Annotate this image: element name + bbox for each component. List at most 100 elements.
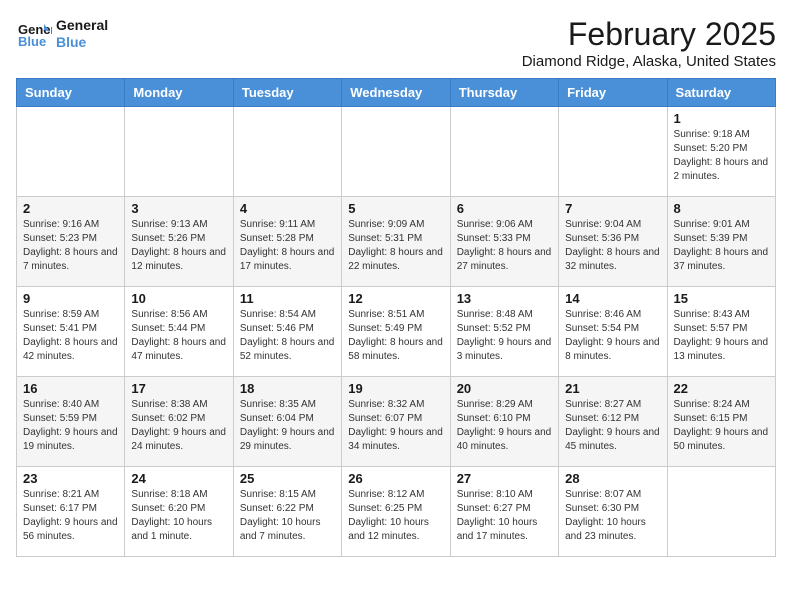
- day-info: Sunrise: 9:06 AM Sunset: 5:33 PM Dayligh…: [457, 218, 552, 274]
- title-area: February 2025 Diamond Ridge, Alaska, Uni…: [522, 16, 776, 70]
- logo-icon: General Blue: [16, 16, 52, 52]
- day-number: 16: [23, 381, 118, 396]
- calendar-cell: 10 Sunrise: 8:56 AM Sunset: 5:44 PM Dayli…: [125, 287, 233, 377]
- day-number: 15: [674, 291, 769, 306]
- calendar-cell: 18 Sunrise: 8:35 AM Sunset: 6:04 PM Dayli…: [233, 377, 341, 467]
- weekday-header-wednesday: Wednesday: [342, 79, 450, 107]
- day-info: Sunrise: 8:29 AM Sunset: 6:10 PM Dayligh…: [457, 398, 552, 454]
- day-number: 18: [240, 381, 335, 396]
- day-number: 6: [457, 201, 552, 216]
- calendar-cell: [125, 107, 233, 197]
- calendar-cell: 14 Sunrise: 8:46 AM Sunset: 5:54 PM Dayli…: [559, 287, 667, 377]
- day-info: Sunrise: 8:07 AM Sunset: 6:30 PM Dayligh…: [565, 488, 660, 544]
- day-number: 19: [348, 381, 443, 396]
- day-info: Sunrise: 8:32 AM Sunset: 6:07 PM Dayligh…: [348, 398, 443, 454]
- calendar-cell: 17Sunrise: 8:38 AM Sunset: 6:02 PM Dayli…: [125, 377, 233, 467]
- calendar-cell: 26 Sunrise: 8:12 AM Sunset: 6:25 PM Dayli…: [342, 467, 450, 557]
- day-info: Sunrise: 8:12 AM Sunset: 6:25 PM Dayligh…: [348, 488, 443, 544]
- calendar-cell: 5 Sunrise: 9:09 AM Sunset: 5:31 PM Daylig…: [342, 197, 450, 287]
- day-number: 17: [131, 381, 226, 396]
- day-info: Sunrise: 8:59 AM Sunset: 5:41 PM Dayligh…: [23, 308, 118, 364]
- calendar-cell: 15 Sunrise: 8:43 AM Sunset: 5:57 PM Dayli…: [667, 287, 775, 377]
- calendar-cell: 20 Sunrise: 8:29 AM Sunset: 6:10 PM Dayli…: [450, 377, 558, 467]
- day-info: Sunrise: 8:46 AM Sunset: 5:54 PM Dayligh…: [565, 308, 660, 364]
- weekday-header-monday: Monday: [125, 79, 233, 107]
- day-info: Sunrise: 8:54 AM Sunset: 5:46 PM Dayligh…: [240, 308, 335, 364]
- day-number: 23: [23, 471, 118, 486]
- day-number: 20: [457, 381, 552, 396]
- day-number: 12: [348, 291, 443, 306]
- day-number: 7: [565, 201, 660, 216]
- calendar-cell: 9 Sunrise: 8:59 AM Sunset: 5:41 PM Daylig…: [17, 287, 125, 377]
- day-info: Sunrise: 8:43 AM Sunset: 5:57 PM Dayligh…: [674, 308, 769, 364]
- calendar-cell: 12 Sunrise: 8:51 AM Sunset: 5:49 PM Dayli…: [342, 287, 450, 377]
- day-info: Sunrise: 9:11 AM Sunset: 5:28 PM Dayligh…: [240, 218, 335, 274]
- calendar-cell: 21 Sunrise: 8:27 AM Sunset: 6:12 PM Dayli…: [559, 377, 667, 467]
- day-info: Sunrise: 8:10 AM Sunset: 6:27 PM Dayligh…: [457, 488, 552, 544]
- calendar-cell: 6 Sunrise: 9:06 AM Sunset: 5:33 PM Daylig…: [450, 197, 558, 287]
- calendar-cell: 28 Sunrise: 8:07 AM Sunset: 6:30 PM Dayli…: [559, 467, 667, 557]
- day-number: 13: [457, 291, 552, 306]
- calendar-cell: 8Sunrise: 9:01 AM Sunset: 5:39 PM Daylig…: [667, 197, 775, 287]
- calendar-cell: [342, 107, 450, 197]
- logo: General Blue General Blue: [16, 16, 108, 52]
- location: Diamond Ridge, Alaska, United States: [522, 53, 776, 70]
- day-info: Sunrise: 8:51 AM Sunset: 5:49 PM Dayligh…: [348, 308, 443, 364]
- day-number: 28: [565, 471, 660, 486]
- calendar-cell: 7 Sunrise: 9:04 AM Sunset: 5:36 PM Daylig…: [559, 197, 667, 287]
- calendar-cell: [559, 107, 667, 197]
- day-number: 27: [457, 471, 552, 486]
- week-row-4: 16 Sunrise: 8:40 AM Sunset: 5:59 PM Dayli…: [17, 377, 776, 467]
- day-number: 8: [674, 201, 769, 216]
- month-title: February 2025: [522, 16, 776, 53]
- day-number: 3: [131, 201, 226, 216]
- day-number: 4: [240, 201, 335, 216]
- calendar-cell: 22 Sunrise: 8:24 AM Sunset: 6:15 PM Dayli…: [667, 377, 775, 467]
- day-info: Sunrise: 9:04 AM Sunset: 5:36 PM Dayligh…: [565, 218, 660, 274]
- day-info: Sunrise: 9:09 AM Sunset: 5:31 PM Dayligh…: [348, 218, 443, 274]
- day-info: Sunrise: 8:56 AM Sunset: 5:44 PM Dayligh…: [131, 308, 226, 364]
- day-number: 25: [240, 471, 335, 486]
- weekday-header-sunday: Sunday: [17, 79, 125, 107]
- calendar-cell: 23Sunrise: 8:21 AM Sunset: 6:17 PM Dayli…: [17, 467, 125, 557]
- day-info: Sunrise: 9:16 AM Sunset: 5:23 PM Dayligh…: [23, 218, 118, 274]
- day-info: Sunrise: 8:48 AM Sunset: 5:52 PM Dayligh…: [457, 308, 552, 364]
- svg-text:Blue: Blue: [18, 34, 46, 49]
- calendar-cell: 27 Sunrise: 8:10 AM Sunset: 6:27 PM Dayli…: [450, 467, 558, 557]
- calendar-cell: [233, 107, 341, 197]
- weekday-header-row: SundayMondayTuesdayWednesdayThursdayFrid…: [17, 79, 776, 107]
- calendar-cell: 4 Sunrise: 9:11 AM Sunset: 5:28 PM Daylig…: [233, 197, 341, 287]
- day-info: Sunrise: 9:18 AM Sunset: 5:20 PM Dayligh…: [674, 128, 769, 184]
- day-number: 22: [674, 381, 769, 396]
- day-number: 5: [348, 201, 443, 216]
- calendar-cell: [667, 467, 775, 557]
- calendar-cell: 11 Sunrise: 8:54 AM Sunset: 5:46 PM Dayli…: [233, 287, 341, 377]
- day-info: Sunrise: 8:15 AM Sunset: 6:22 PM Dayligh…: [240, 488, 335, 544]
- calendar-table: SundayMondayTuesdayWednesdayThursdayFrid…: [16, 78, 776, 557]
- day-info: Sunrise: 8:35 AM Sunset: 6:04 PM Dayligh…: [240, 398, 335, 454]
- calendar-cell: 3Sunrise: 9:13 AM Sunset: 5:26 PM Daylig…: [125, 197, 233, 287]
- calendar-cell: [17, 107, 125, 197]
- weekday-header-friday: Friday: [559, 79, 667, 107]
- week-row-2: 2Sunrise: 9:16 AM Sunset: 5:23 PM Daylig…: [17, 197, 776, 287]
- day-info: Sunrise: 8:24 AM Sunset: 6:15 PM Dayligh…: [674, 398, 769, 454]
- week-row-3: 9 Sunrise: 8:59 AM Sunset: 5:41 PM Daylig…: [17, 287, 776, 377]
- day-number: 26: [348, 471, 443, 486]
- day-info: Sunrise: 8:27 AM Sunset: 6:12 PM Dayligh…: [565, 398, 660, 454]
- day-number: 14: [565, 291, 660, 306]
- day-number: 24: [131, 471, 226, 486]
- day-info: Sunrise: 8:40 AM Sunset: 5:59 PM Dayligh…: [23, 398, 118, 454]
- day-number: 10: [131, 291, 226, 306]
- day-number: 9: [23, 291, 118, 306]
- weekday-header-saturday: Saturday: [667, 79, 775, 107]
- page-header: General Blue General Blue February 2025 …: [16, 16, 776, 70]
- week-row-1: 1 Sunrise: 9:18 AM Sunset: 5:20 PM Daylig…: [17, 107, 776, 197]
- weekday-header-tuesday: Tuesday: [233, 79, 341, 107]
- day-number: 1: [674, 111, 769, 126]
- weekday-header-thursday: Thursday: [450, 79, 558, 107]
- day-info: Sunrise: 8:18 AM Sunset: 6:20 PM Dayligh…: [131, 488, 226, 544]
- calendar-cell: [450, 107, 558, 197]
- day-number: 21: [565, 381, 660, 396]
- calendar-cell: 25 Sunrise: 8:15 AM Sunset: 6:22 PM Dayli…: [233, 467, 341, 557]
- day-number: 11: [240, 291, 335, 306]
